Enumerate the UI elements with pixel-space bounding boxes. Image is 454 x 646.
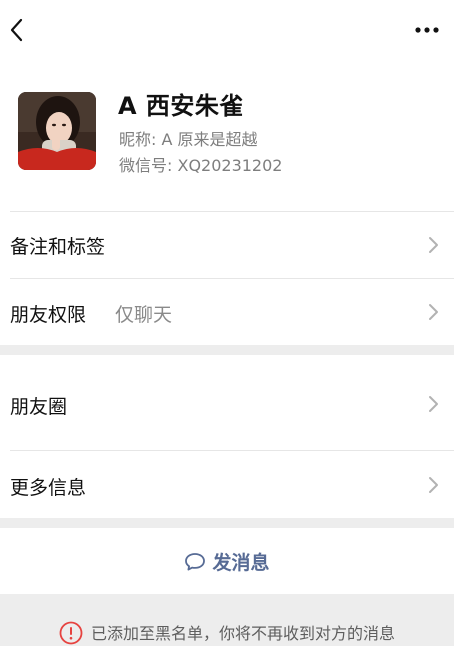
chat-bubble-icon xyxy=(185,553,206,571)
send-message-content: 发消息 xyxy=(0,548,454,575)
send-message-label: 发消息 xyxy=(212,552,270,574)
blacklist-notice-text: 已添加至黑名单，你将不再收到对方的消息 xyxy=(90,624,395,643)
blacklist-notice: 已添加至黑名单，你将不再收到对方的消息 xyxy=(0,594,454,646)
chevron-right-icon xyxy=(428,395,440,413)
chevron-right-icon xyxy=(428,476,440,494)
remarks-tags-label: 备注和标签 xyxy=(10,236,106,258)
friend-permissions-row[interactable]: 朋友权限 仅聊天 xyxy=(0,279,454,345)
moments-label: 朋友圈 xyxy=(10,396,68,418)
nav-bar xyxy=(0,0,454,60)
chevron-left-icon[interactable] xyxy=(6,14,30,46)
chevron-right-icon xyxy=(428,303,440,321)
friend-permissions-label: 朋友权限 xyxy=(10,304,87,326)
moments-row[interactable]: 朋友圈 xyxy=(0,355,454,450)
more-info-row[interactable]: 更多信息 xyxy=(0,451,454,518)
profile-header: A 西安朱雀 昵称: A 原来是超越 微信号: XQ20231202 xyxy=(0,60,454,212)
more-dots-icon[interactable] xyxy=(414,18,440,42)
wechat-id: 微信号: XQ20231202 xyxy=(119,156,283,175)
remarks-tags-row[interactable]: 备注和标签 xyxy=(0,212,454,278)
warning-circle-icon xyxy=(59,621,83,645)
more-info-label: 更多信息 xyxy=(10,477,87,499)
nickname: 昵称: A 原来是超越 xyxy=(119,130,258,149)
notice-content: 已添加至黑名单，你将不再收到对方的消息 xyxy=(0,620,454,645)
avatar[interactable] xyxy=(18,92,96,170)
send-message-button[interactable]: 发消息 xyxy=(0,528,454,594)
chevron-right-icon xyxy=(428,236,440,254)
section-separator xyxy=(0,345,454,355)
friend-permissions-value: 仅聊天 xyxy=(115,304,173,326)
section-separator xyxy=(0,518,454,528)
contact-name: A 西安朱雀 xyxy=(118,92,244,120)
